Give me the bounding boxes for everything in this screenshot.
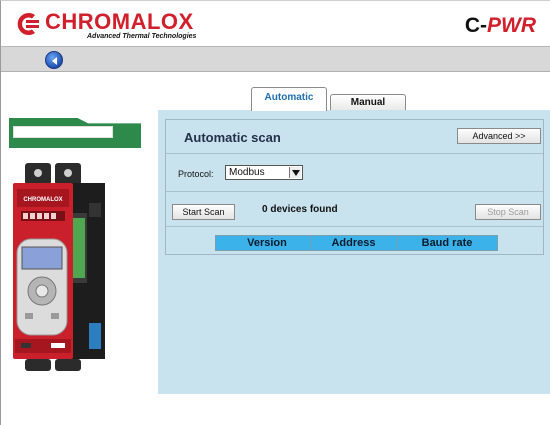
back-button[interactable] bbox=[45, 51, 63, 69]
product-prefix: C- bbox=[464, 14, 487, 37]
chromalox-logo-icon bbox=[17, 13, 39, 36]
devices-found-status: 0 devices found bbox=[262, 204, 338, 215]
tab-manual[interactable]: Manual bbox=[330, 94, 406, 111]
company-tagline: Advanced Thermal Technologies bbox=[87, 33, 197, 40]
device-name-field[interactable] bbox=[13, 126, 113, 138]
product-brand: C-PWR bbox=[465, 14, 536, 38]
chromalox-logo: CHROMALOX Advanced Thermal Technologies bbox=[15, 9, 205, 43]
back-arrow-icon bbox=[52, 57, 57, 65]
panel-title: Automatic scan bbox=[184, 130, 281, 145]
stop-scan-button[interactable]: Stop Scan bbox=[475, 204, 541, 220]
divider bbox=[166, 153, 543, 154]
protocol-label: Protocol: bbox=[178, 169, 214, 179]
device-image: CHROMALOX bbox=[13, 163, 105, 371]
tab-automatic[interactable]: Automatic bbox=[251, 87, 327, 111]
automatic-scan-panel: Automatic scan Advanced >> Protocol: Mod… bbox=[165, 119, 544, 255]
divider bbox=[166, 191, 543, 192]
toolbar bbox=[1, 46, 550, 72]
start-scan-button[interactable]: Start Scan bbox=[172, 204, 235, 220]
dropdown-arrow-icon bbox=[289, 167, 301, 178]
svg-text:CHROMALOX: CHROMALOX bbox=[23, 197, 62, 203]
column-address[interactable]: Address bbox=[310, 236, 396, 250]
devices-table-header: Version Address Baud rate bbox=[215, 235, 498, 251]
advanced-button[interactable]: Advanced >> bbox=[457, 128, 541, 144]
column-version[interactable]: Version bbox=[224, 236, 310, 250]
column-baud-rate[interactable]: Baud rate bbox=[396, 236, 497, 250]
divider bbox=[166, 226, 543, 227]
protocol-select[interactable]: Modbus bbox=[225, 165, 303, 180]
header: CHROMALOX Advanced Thermal Technologies … bbox=[1, 1, 550, 45]
device-name-tag bbox=[9, 118, 141, 148]
protocol-value: Modbus bbox=[229, 167, 265, 178]
product-suffix: PWR bbox=[487, 14, 536, 37]
company-name: CHROMALOX bbox=[45, 9, 194, 34]
app-page: CHROMALOX Advanced Thermal Technologies … bbox=[0, 0, 550, 425]
